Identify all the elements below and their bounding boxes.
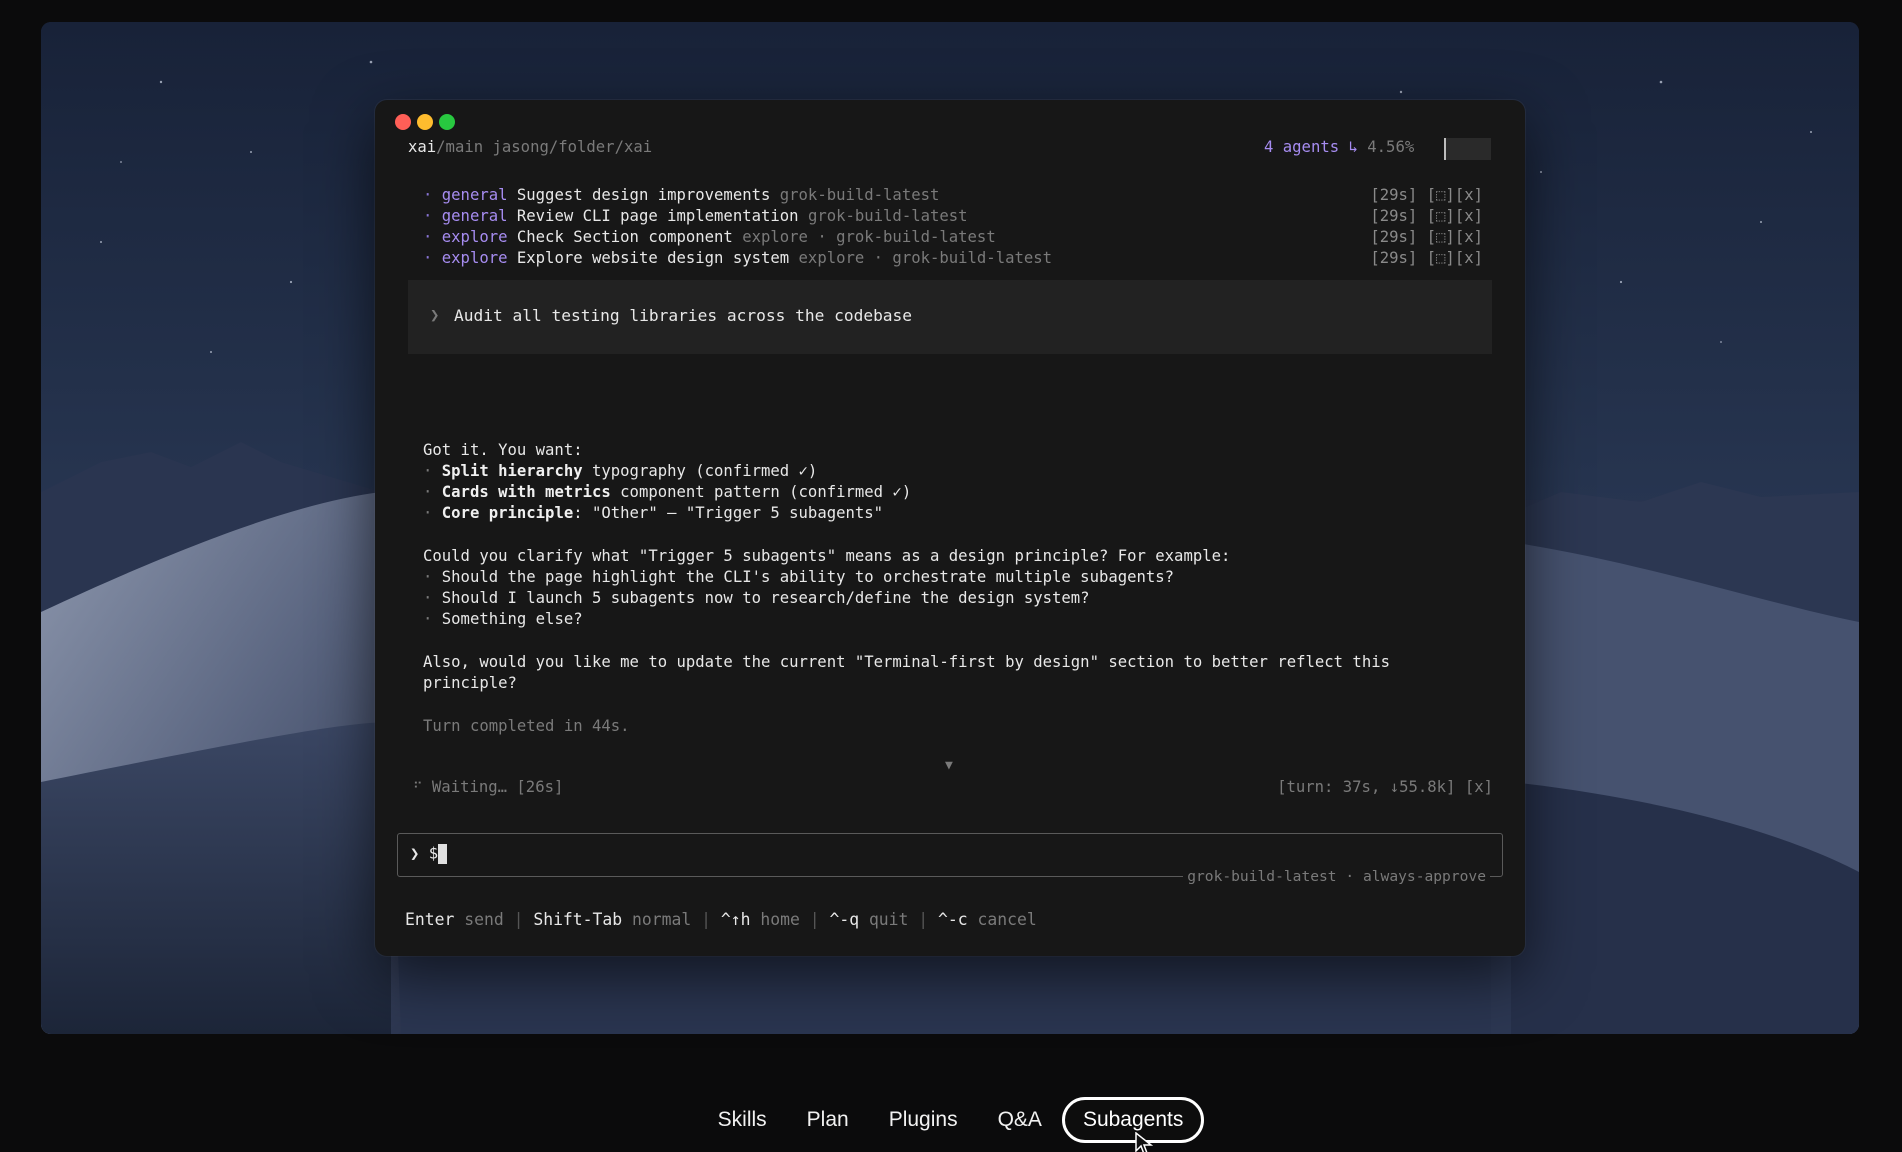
agent-meta: grok-build-latest — [807, 207, 968, 225]
agent-type: general — [441, 186, 508, 204]
text-cursor — [438, 844, 448, 864]
bullet-bold: Cards with metrics — [441, 483, 611, 501]
agent-task: Check Section component — [516, 228, 733, 246]
bullet-text: : "Other" — "Trigger 5 subagents" — [573, 504, 884, 522]
user-prompt-block: ❯ Audit all testing libraries across the… — [408, 280, 1492, 354]
agent-row[interactable]: · explore Explore website design system … — [423, 249, 1483, 270]
bullet-text: component pattern (confirmed ✓) — [610, 483, 912, 501]
response-followup-continued: principle? — [423, 674, 517, 692]
meta-separator: · — [1345, 868, 1355, 885]
input-prompt: ❯ $ — [410, 844, 448, 864]
bullet-bold: Core principle — [441, 504, 574, 522]
approval-mode: always-approve — [1362, 868, 1486, 885]
zoom-window-button[interactable] — [439, 114, 455, 130]
agent-meta: explore · grok-build-latest — [742, 228, 996, 246]
response-bullet: · Split hierarchy typography (confirmed … — [423, 462, 818, 480]
agent-row[interactable]: · general Suggest design improvements gr… — [423, 186, 1483, 207]
hint-separator: | — [809, 910, 820, 929]
agent-status[interactable]: [29s] [⬚][x] — [1370, 249, 1483, 267]
response-followup: Also, would you like me to update the cu… — [423, 653, 1390, 671]
scroll-down-icon[interactable]: ▼ — [945, 758, 953, 773]
turn-info[interactable]: [turn: 37s, ↓55.8k] [x] — [1277, 778, 1493, 796]
working-path: jasong/folder/xai — [492, 138, 653, 156]
response-option: · Should the page highlight the CLI's ab… — [423, 568, 1175, 586]
response-question: Could you clarify what "Trigger 5 subage… — [423, 547, 1231, 565]
agent-bullet: · — [423, 186, 433, 204]
agent-status[interactable]: [29s] [⬚][x] — [1370, 186, 1483, 204]
repo-name: xai — [408, 138, 437, 156]
hint-action: normal — [632, 910, 692, 929]
agent-task: Explore website design system — [516, 249, 790, 267]
response-bullet: · Core principle: "Other" — "Trigger 5 s… — [423, 504, 884, 522]
option-text: Something else? — [441, 610, 583, 628]
agent-task: Review CLI page implementation — [516, 207, 799, 225]
spinner-icon: ⠋ — [413, 781, 423, 796]
terminal-window: xai/main jasong/folder/xai 4 agents ↳ 4.… — [375, 100, 1525, 956]
hint-key: Enter — [405, 910, 455, 929]
hint-key: ^↑h — [720, 910, 751, 929]
agent-status[interactable]: [29s] [⬚][x] — [1370, 228, 1483, 246]
bullet-text: typography (confirmed ✓) — [582, 462, 818, 480]
feature-tabs: Skills Plan Plugins Q&A Subagents — [0, 1095, 1902, 1145]
waiting-status: Waiting… [26s] — [431, 778, 564, 796]
keyboard-hints: Enter send | Shift-Tab normal | ^↑h home… — [405, 910, 1037, 929]
agent-type: explore — [441, 228, 508, 246]
agent-bullet: · — [423, 249, 433, 267]
agent-status[interactable]: [29s] [⬚][x] — [1370, 207, 1483, 225]
option-text: Should the page highlight the CLI's abil… — [441, 568, 1175, 586]
minimize-window-button[interactable] — [417, 114, 433, 130]
input-meta: grok-build-latest · always-approve — [1183, 868, 1490, 885]
turn-completed-note: Turn completed in 44s. — [423, 717, 630, 735]
agent-meta: grok-build-latest — [779, 186, 940, 204]
repo-location: xai/main jasong/folder/xai — [408, 138, 652, 156]
tab-skills[interactable]: Skills — [698, 1098, 787, 1142]
hint-key: Shift-Tab — [533, 910, 623, 929]
status-line: ⠋ Waiting… [26s] — [413, 778, 563, 796]
agent-type: explore — [441, 249, 508, 267]
tab-qa[interactable]: Q&A — [978, 1098, 1062, 1142]
response-option: · Should I launch 5 subagents now to res… — [423, 589, 1090, 607]
hint-action: quit — [868, 910, 909, 929]
hint-key: ^-c — [938, 910, 968, 929]
agent-bullet: · — [423, 228, 433, 246]
context-usage-bar — [1444, 138, 1491, 160]
agent-task: Suggest design improvements — [516, 186, 771, 204]
response-option: · Something else? — [423, 610, 583, 628]
agent-bullet: · — [423, 207, 433, 225]
agents-summary: 4 agents ↳ 4.56% — [1264, 138, 1414, 156]
option-text: Should I launch 5 subagents now to resea… — [441, 589, 1090, 607]
bullet-bold: Split hierarchy — [441, 462, 583, 480]
hint-action: send — [464, 910, 504, 929]
hint-separator: | — [701, 910, 711, 929]
window-controls — [395, 114, 455, 130]
hint-key: ^-q — [829, 910, 860, 929]
user-prompt-text: Audit all testing libraries across the c… — [454, 306, 913, 325]
context-percent: 4.56% — [1367, 138, 1415, 156]
agent-row[interactable]: · general Review CLI page implementation… — [423, 207, 1483, 228]
response-bullet: · Cards with metrics component pattern (… — [423, 483, 912, 501]
agent-meta: explore · grok-build-latest — [798, 249, 1053, 267]
mouse-pointer-icon — [1135, 1132, 1154, 1152]
tab-plan[interactable]: Plan — [787, 1098, 869, 1142]
input-prefix: ❯ $ — [410, 844, 439, 863]
close-window-button[interactable] — [395, 114, 411, 130]
agent-type: general — [441, 207, 508, 225]
agents-count: 4 agents ↳ — [1264, 138, 1358, 156]
hint-action: cancel — [977, 910, 1037, 929]
model-name: grok-build-latest — [1187, 868, 1337, 885]
agent-row[interactable]: · explore Check Section component explor… — [423, 228, 1483, 249]
tab-plugins[interactable]: Plugins — [869, 1098, 978, 1142]
prompt-marker: ❯ — [430, 306, 440, 324]
branch-name: /main — [436, 138, 484, 156]
hint-action: home — [760, 910, 800, 929]
hint-separator: | — [918, 910, 929, 929]
hint-separator: | — [513, 910, 524, 929]
response-intro: Got it. You want: — [423, 441, 583, 459]
